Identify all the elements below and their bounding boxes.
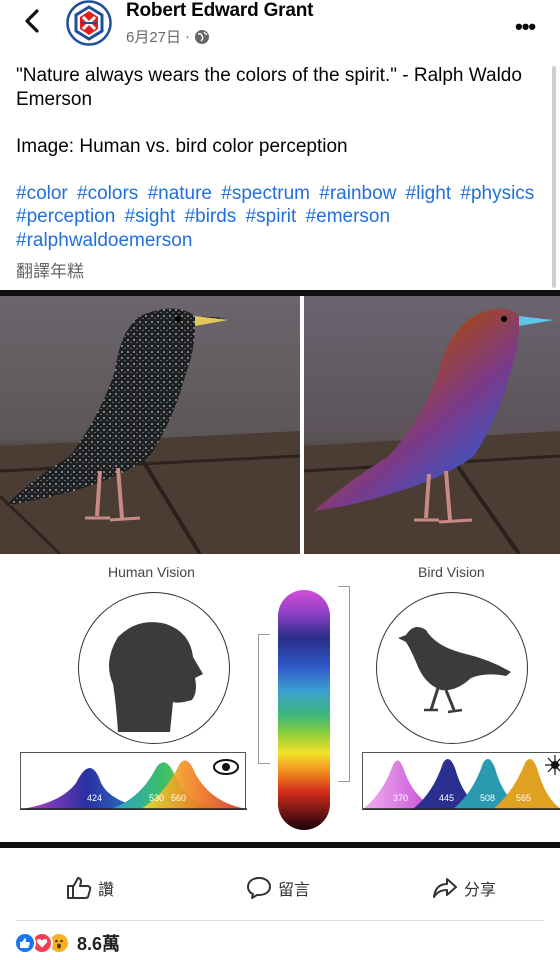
hashtag[interactable]: #sight	[125, 206, 176, 227]
bird-peak-label: 565	[516, 793, 532, 803]
comment-button[interactable]: 留言	[246, 876, 310, 900]
comment-label: 留言	[278, 882, 311, 899]
reaction-count: 8.6萬	[77, 934, 121, 954]
bird-vision-photo	[304, 296, 560, 554]
author-name[interactable]: Robert Edward Grant	[126, 0, 313, 22]
hashtag[interactable]: #spectrum	[221, 183, 310, 204]
bird-peak-label: 445	[439, 793, 455, 803]
post-date[interactable]: 6月27日	[126, 26, 181, 47]
post-text: "Nature always wears the colors of the s…	[16, 64, 546, 252]
human-vision-photo	[0, 296, 300, 554]
bird-silhouette-icon	[398, 626, 511, 714]
share-icon	[433, 878, 457, 898]
translate-link[interactable]: 翻譯年糕	[16, 257, 84, 282]
hashtag-list: #color #colors #nature #spectrum #rainbo…	[16, 182, 546, 253]
divider	[16, 920, 544, 921]
spectrum-bar	[278, 590, 330, 830]
share-button[interactable]: 分享	[432, 876, 496, 900]
action-bar: 讚 留言 分享	[0, 862, 560, 918]
chevron-left-icon[interactable]	[18, 6, 48, 36]
hashtag[interactable]: #rainbow	[319, 183, 396, 204]
hashtag[interactable]: #physics	[460, 183, 534, 204]
bird-spectrum-graph: 370 445 508 565	[362, 752, 560, 810]
hashtag[interactable]: #birds	[185, 206, 237, 227]
hashtag[interactable]: #perception	[16, 206, 115, 227]
scrollbar[interactable]	[552, 66, 556, 288]
bird-circle	[376, 592, 528, 744]
hashtag[interactable]: #nature	[148, 183, 212, 204]
bird-peak-label: 370	[393, 793, 409, 803]
human-peak-label: 530	[149, 793, 165, 803]
post-image[interactable]: Human Vision Bird Vision 424 530 560 370…	[0, 290, 560, 850]
more-icon[interactable]: •••	[515, 14, 536, 40]
hashtag[interactable]: #light	[406, 183, 451, 204]
like-label: 讚	[98, 882, 115, 899]
like-reaction-icon	[14, 932, 36, 954]
post-meta: 6月27日 ·	[126, 26, 210, 47]
hashtag[interactable]: #colors	[77, 183, 138, 204]
left-bracket	[258, 634, 270, 764]
post-quote: "Nature always wears the colors of the s…	[16, 65, 522, 110]
like-button[interactable]: 讚	[66, 876, 114, 900]
globe-icon	[195, 29, 210, 44]
human-vision-label: Human Vision	[108, 564, 195, 580]
image-border-bottom	[0, 842, 560, 848]
hashtag[interactable]: #spirit	[246, 206, 297, 227]
avatar[interactable]	[64, 0, 114, 46]
hashtag[interactable]: #ralphwaldoemerson	[16, 230, 192, 251]
right-bracket	[338, 586, 350, 782]
human-peak-label: 424	[87, 793, 103, 803]
reactions-summary[interactable]: 8.6萬	[14, 930, 120, 956]
bird-vision-label: Bird Vision	[418, 564, 485, 580]
share-label: 分享	[464, 882, 497, 899]
human-peak-label: 560	[171, 793, 187, 803]
meta-separator: ·	[185, 28, 191, 45]
sun-icon	[545, 755, 560, 775]
thumbs-up-icon	[67, 877, 92, 899]
eye-icon	[213, 759, 239, 775]
bird-peak-label: 508	[480, 793, 496, 803]
comment-icon	[247, 877, 271, 899]
post-caption: Image: Human vs. bird color perception	[16, 135, 348, 157]
hashtag[interactable]: #emerson	[306, 206, 391, 227]
human-spectrum-graph: 424 530 560	[20, 752, 247, 810]
hashtag[interactable]: #color	[16, 183, 68, 204]
post-header: Robert Edward Grant 6月27日 · •••	[0, 0, 560, 56]
human-head-icon	[109, 622, 203, 732]
human-head-circle	[78, 592, 230, 744]
